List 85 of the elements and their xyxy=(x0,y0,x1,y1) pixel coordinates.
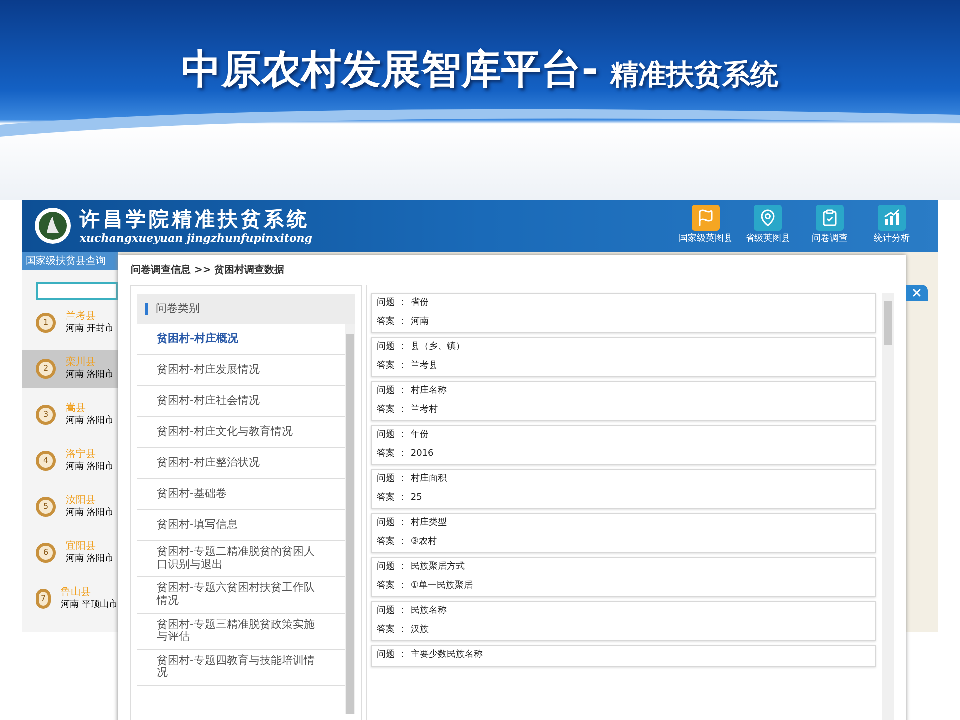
answer-label: 答案 ： xyxy=(377,492,407,504)
map-pin-marker: 3 xyxy=(36,405,56,425)
question-text: 主要少数民族名称 xyxy=(410,649,483,662)
question-label: 问题 ： xyxy=(377,473,407,486)
question-label: 问题 ： xyxy=(377,429,407,442)
answer-text: 兰考村 xyxy=(410,404,438,416)
county-name: 宜阳县 xyxy=(66,541,97,554)
county-item[interactable]: 7 鲁山县 河南 平顶山市 xyxy=(22,580,118,618)
question-label: 问题 ： xyxy=(377,649,407,662)
nav-button[interactable]: 省级英图县 xyxy=(744,205,792,247)
county-region: 河南 平顶山市 xyxy=(61,600,118,611)
answer-label: 答案 ： xyxy=(377,360,407,372)
answer-text: 2016 xyxy=(410,448,434,460)
map-pin-marker: 2 xyxy=(36,359,56,379)
answer-text: 汉族 xyxy=(410,624,429,636)
county-item[interactable]: 2 栾川县 河南 洛阳市 xyxy=(22,350,118,388)
question-label: 问题 ： xyxy=(377,605,407,618)
scrollbar-thumb[interactable] xyxy=(346,334,354,714)
county-region: 河南 洛阳市 xyxy=(66,508,114,519)
answer-text: 25 xyxy=(410,492,422,504)
county-region: 河南 开封市 xyxy=(66,324,114,335)
county-name: 鲁山县 xyxy=(61,587,92,600)
search-field[interactable] xyxy=(36,282,118,300)
question-text: 民族名称 xyxy=(410,605,447,618)
question-label: 问题 ： xyxy=(377,341,407,354)
answer-label: 答案 ： xyxy=(377,448,407,460)
map-pin-marker: 5 xyxy=(36,497,56,517)
map-pin-marker: 6 xyxy=(36,543,56,563)
answer-text: 河南 xyxy=(410,316,429,328)
county-item[interactable]: 1 兰考县 河南 开封市 xyxy=(22,304,118,342)
slide-title: 中原农村发展智库平台- xyxy=(182,46,598,95)
county-item[interactable]: 6 宜阳县 河南 洛阳市 xyxy=(22,534,118,572)
question-text: 省份 xyxy=(410,297,429,310)
question-text: 县（乡、镇） xyxy=(410,341,465,354)
question-label: 问题 ： xyxy=(377,561,407,574)
county-item[interactable]: 5 汝阳县 河南 洛阳市 xyxy=(22,488,118,526)
answer-text: 兰考县 xyxy=(410,360,438,372)
question-text: 年份 xyxy=(410,429,429,442)
answer-label: 答案 ： xyxy=(377,624,407,636)
answer-text: ①单一民族聚居 xyxy=(410,580,473,592)
question-label: 问题 ： xyxy=(377,385,407,398)
question-label: 问题 ： xyxy=(377,517,407,530)
scrollbar-thumb[interactable] xyxy=(884,301,892,345)
question-text: 村庄面积 xyxy=(410,473,447,486)
logo-emblem-icon xyxy=(34,207,72,245)
county-name: 嵩县 xyxy=(66,403,87,416)
close-icon xyxy=(911,287,923,299)
close-button[interactable] xyxy=(906,285,928,301)
county-item[interactable]: 3 嵩县 河南 洛阳市 xyxy=(22,396,118,434)
logo-subtitle: xuchangxueyuan jingzhunfupinxitong xyxy=(80,232,312,246)
county-region: 河南 洛阳市 xyxy=(66,370,114,381)
nav-button[interactable]: 统计分析 xyxy=(868,205,916,247)
nav-button[interactable]: 问卷调查 xyxy=(806,205,854,247)
county-region: 河南 洛阳市 xyxy=(66,462,114,473)
scrollbar[interactable] xyxy=(345,324,355,714)
accent-bar-icon xyxy=(145,303,148,315)
answer-label: 答案 ： xyxy=(377,536,407,548)
logo-title: 许昌学院精准扶贫系统 xyxy=(80,206,311,232)
question-text: 村庄类型 xyxy=(410,517,447,530)
county-name: 栾川县 xyxy=(66,357,97,370)
county-region: 河南 洛阳市 xyxy=(66,554,114,565)
answer-text: ③农村 xyxy=(410,536,437,548)
slide-subtitle: 精准扶贫系统 xyxy=(610,57,778,93)
question-text: 村庄名称 xyxy=(410,385,447,398)
bar-chart-icon xyxy=(883,209,901,228)
sidebar-title: 国家级扶贫县查询 xyxy=(22,252,118,270)
county-name: 洛宁县 xyxy=(66,449,97,462)
breadcrumb: 问卷调查信息 >> 贫困村调查数据 xyxy=(130,264,286,278)
county-item[interactable]: 4 洛宁县 河南 洛阳市 xyxy=(22,442,118,480)
county-name: 兰考县 xyxy=(66,311,97,324)
answer-label: 答案 ： xyxy=(377,316,407,328)
map-pin-marker: 7 xyxy=(36,589,52,609)
flag-icon xyxy=(697,209,715,228)
answer-label: 答案 ： xyxy=(377,404,407,416)
answer-label: 答案 ： xyxy=(377,580,407,592)
scrollbar[interactable] xyxy=(882,293,894,720)
category-header-text: 问卷类别 xyxy=(156,300,200,317)
map-pin-marker: 1 xyxy=(36,313,56,333)
map-pin-marker: 4 xyxy=(36,451,56,471)
map-pin-icon xyxy=(759,209,777,228)
question-label: 问题 ： xyxy=(377,297,407,310)
clipboard-icon xyxy=(821,209,839,228)
county-name: 汝阳县 xyxy=(66,495,97,508)
question-text: 民族聚居方式 xyxy=(410,561,465,574)
county-region: 河南 洛阳市 xyxy=(66,416,114,427)
